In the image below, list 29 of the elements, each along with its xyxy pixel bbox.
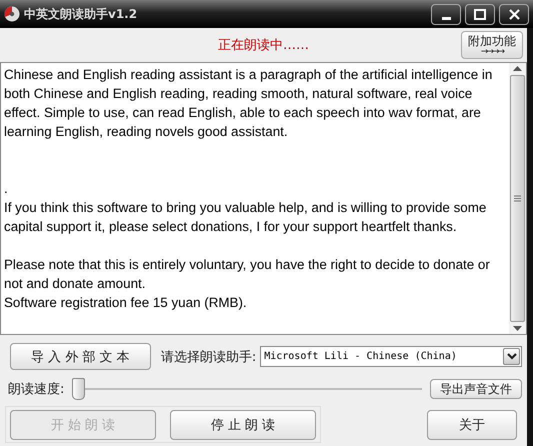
- close-icon: [508, 8, 520, 20]
- speed-slider-thumb[interactable]: [72, 378, 86, 400]
- voice-label: 请选择朗读助手:: [160, 348, 256, 366]
- grip-icon: [514, 195, 521, 202]
- minimize-icon: [442, 16, 450, 20]
- paragraph: If you think this software to bring you valuable help, and is willing to provide some capital support it, please select donations, I for your support heartfelt thanks.: [4, 199, 488, 236]
- extra-features-button[interactable]: 附加功能 →→→→: [461, 31, 523, 59]
- text-area[interactable]: [0, 62, 527, 335]
- scroll-up-icon: [513, 66, 522, 71]
- voice-select[interactable]: Microsoft Lili - Chinese (China): [260, 346, 522, 367]
- maximize-icon: [474, 8, 486, 20]
- scrollbar[interactable]: [509, 63, 526, 334]
- paragraph: .: [4, 180, 9, 198]
- paragraph: Chinese and English reading assistant is a paragraph of the artificial intelligence in both Chinese and English reading, reading smooth, natural software, real voice effect. Simple to use, can read English, able to each speech into wav format, are learning English, reading novels good assistant.: [4, 66, 494, 141]
- import-text-button[interactable]: 导 入 外 部 文 本: [10, 343, 151, 370]
- stop-reading-button[interactable]: 停 止 朗 读: [170, 410, 316, 440]
- paragraph: Software registration fee 15 yuan (RMB).: [4, 294, 248, 312]
- paragraph: Please note that this is entirely voluntary, you have the right to decide to donate or not and donate amount.: [4, 256, 491, 293]
- reading-status: 正在朗读中……: [218, 37, 309, 54]
- scroll-down-icon: [513, 326, 522, 331]
- speed-label: 朗读速度:: [8, 381, 64, 398]
- window-title: 中英文朗读助手v1.2: [24, 6, 138, 22]
- maximize-button[interactable]: [465, 4, 495, 24]
- disc-icon: [4, 6, 20, 22]
- about-button[interactable]: 关于: [427, 410, 517, 440]
- minimize-button[interactable]: [431, 4, 461, 24]
- export-audio-button[interactable]: 导出声音文件: [430, 379, 522, 399]
- close-button[interactable]: [499, 4, 529, 24]
- dropdown-icon: [506, 353, 516, 360]
